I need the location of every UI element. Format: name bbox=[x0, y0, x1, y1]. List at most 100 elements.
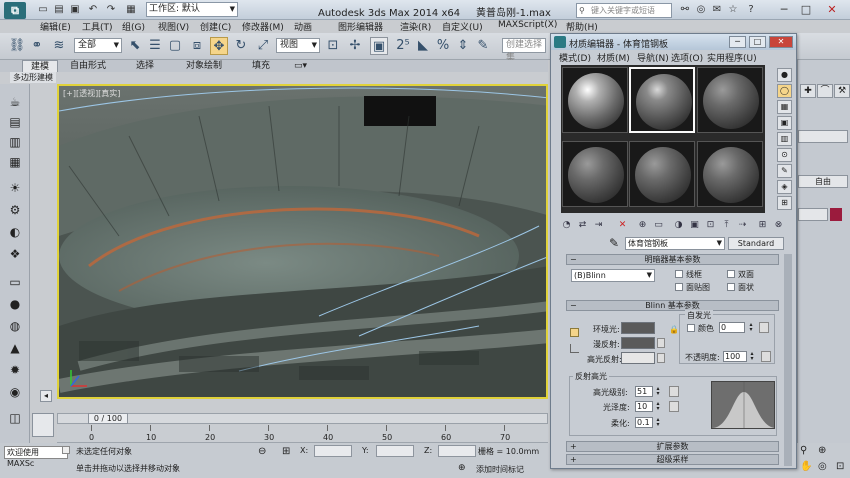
select-object-icon[interactable]: ⬉ bbox=[126, 37, 144, 55]
tab-populate[interactable]: 填充 bbox=[244, 60, 278, 72]
tab-object-paint[interactable]: 对象绘制 bbox=[178, 60, 230, 72]
binoculars-icon[interactable]: ⚯ bbox=[678, 3, 692, 16]
specular-color-swatch[interactable] bbox=[621, 352, 655, 364]
eyedropper-icon[interactable]: ✎ bbox=[609, 236, 619, 250]
time-slider-track[interactable] bbox=[57, 413, 548, 424]
hierarchy-tab-icon[interactable]: ⚒ bbox=[834, 84, 850, 98]
select-move-icon[interactable]: ✥ bbox=[210, 37, 228, 55]
spinner-snap-icon[interactable]: ⇕ bbox=[454, 37, 472, 55]
ambient-lock-icon[interactable]: 🔒 bbox=[669, 325, 679, 334]
command-panel-dropdown[interactable] bbox=[798, 130, 848, 143]
menu-create[interactable]: 创建(C) bbox=[200, 20, 231, 33]
lock-ambient-diffuse-icon[interactable] bbox=[570, 328, 579, 337]
uv-tiling-icon[interactable]: ▣ bbox=[777, 116, 792, 130]
menu-edit[interactable]: 编辑(E) bbox=[40, 20, 71, 33]
make-unique-icon[interactable]: ⊕ bbox=[635, 218, 650, 233]
sample-type-icon[interactable]: ● bbox=[777, 68, 792, 82]
material-editor-scrollbar[interactable] bbox=[784, 254, 792, 466]
two-sided-checkbox[interactable] bbox=[727, 270, 735, 278]
sphere-icon[interactable]: ● bbox=[7, 296, 23, 312]
search-input[interactable]: ⚲ 键入关键字或短语 bbox=[576, 3, 672, 18]
layer-icon[interactable]: ▤ bbox=[7, 114, 23, 130]
video-color-check-icon[interactable]: ▥ bbox=[777, 132, 792, 146]
backlight-icon[interactable]: ◯ bbox=[777, 84, 792, 98]
supersampling-rollout-header[interactable]: + 超级采样 bbox=[566, 454, 779, 465]
zoom-icon[interactable]: ⚲ bbox=[800, 445, 807, 456]
self-illum-map-button[interactable] bbox=[759, 322, 769, 333]
select-by-name-icon[interactable]: ☰ bbox=[146, 37, 164, 55]
perspective-viewport[interactable]: [+][透视][真实] bbox=[57, 84, 548, 399]
show-end-result-icon[interactable]: ⊡ bbox=[703, 218, 718, 233]
viewport-config-icon[interactable]: ◫ bbox=[7, 410, 23, 426]
show-shaded-map-icon[interactable]: ▣ bbox=[687, 218, 702, 233]
glossiness-input[interactable]: 10 bbox=[635, 401, 653, 412]
percent-snap-icon[interactable]: % bbox=[434, 37, 452, 55]
time-tag-icon[interactable]: ⊕ bbox=[458, 463, 466, 473]
timeline-ruler[interactable]: 0 10 20 30 40 50 60 70 bbox=[57, 425, 548, 443]
put-to-scene-icon[interactable]: ⇄ bbox=[575, 218, 590, 233]
x-coord-input[interactable] bbox=[314, 445, 352, 457]
self-illum-color-checkbox[interactable] bbox=[687, 324, 695, 332]
me-menu-utilities[interactable]: 实用程序(U) bbox=[707, 51, 757, 64]
sun-icon[interactable]: ✹ bbox=[7, 362, 23, 378]
help-icon[interactable]: ? bbox=[744, 3, 758, 16]
zoom-all-icon[interactable]: ⊕ bbox=[818, 445, 826, 456]
reset-map-icon[interactable]: ✕ bbox=[615, 218, 630, 233]
tab-selection[interactable]: 选择 bbox=[128, 60, 162, 72]
me-menu-options[interactable]: 选项(O) bbox=[671, 51, 703, 64]
close-button[interactable]: ✕ bbox=[822, 2, 842, 18]
lock-icon[interactable]: ⊖ bbox=[258, 446, 266, 457]
add-time-tag[interactable]: 添加时间标记 bbox=[476, 464, 524, 475]
absolute-mode-icon[interactable]: ⊞ bbox=[282, 446, 290, 457]
ribbon-options-icon[interactable]: ▭▾ bbox=[286, 60, 315, 72]
material-map-navigator-icon[interactable]: ⊞ bbox=[777, 196, 792, 210]
select-manipulate-icon[interactable]: ✢ bbox=[346, 37, 364, 55]
glossiness-map-button[interactable] bbox=[669, 401, 679, 412]
material-editor-titlebar[interactable]: 材质编辑器 - 体育馆钢板 ─ □ ✕ bbox=[551, 34, 796, 50]
light-icon[interactable]: ☀ bbox=[7, 180, 23, 196]
open-file-icon[interactable]: ▤ bbox=[52, 3, 66, 16]
wire-checkbox[interactable] bbox=[675, 270, 683, 278]
me-minimize-button[interactable]: ─ bbox=[729, 36, 746, 48]
make-preview-icon[interactable]: ⊙ bbox=[777, 148, 792, 162]
ref-coord-select[interactable]: 视图 ▼ bbox=[276, 38, 320, 53]
link-icon[interactable]: ⛓ bbox=[8, 37, 26, 55]
tab-freeform[interactable]: 自由形式 bbox=[62, 60, 114, 72]
y-coord-input[interactable] bbox=[376, 445, 414, 457]
sample-slot-4[interactable] bbox=[562, 141, 628, 207]
shader-rollout-header[interactable]: − 明暗器基本参数 bbox=[566, 254, 779, 265]
spinner-arrows-icon[interactable]: ▴ ▾ bbox=[747, 322, 755, 333]
box-icon[interactable]: ▭ bbox=[7, 274, 23, 290]
diffuse-map-button[interactable] bbox=[657, 338, 665, 348]
name-field[interactable] bbox=[798, 208, 828, 221]
mini-listener-icon[interactable] bbox=[62, 446, 70, 454]
menu-modifiers[interactable]: 修改器(M) bbox=[242, 20, 284, 33]
select-scale-icon[interactable]: ⤢ bbox=[254, 37, 272, 55]
orbit-icon[interactable]: ◎ bbox=[818, 461, 827, 472]
maximize-button[interactable]: □ bbox=[796, 2, 816, 18]
me-menu-navigation[interactable]: 导航(N) bbox=[637, 51, 669, 64]
spinner-arrows-icon[interactable]: ▴ ▾ bbox=[654, 386, 662, 397]
menu-customize[interactable]: 自定义(U) bbox=[442, 20, 483, 33]
material-name-select[interactable]: 体育馆钢板 ▼ bbox=[625, 237, 725, 250]
diffuse-color-swatch[interactable] bbox=[621, 337, 655, 349]
tab-modeling[interactable]: 建模 bbox=[22, 60, 59, 72]
viewport-label[interactable]: [+][透视][真实] bbox=[63, 88, 120, 99]
spinner-arrows-icon[interactable]: ▴ ▾ bbox=[654, 401, 662, 412]
keyboard-shortcut-icon[interactable]: ▣ bbox=[370, 37, 388, 55]
go-forward-sibling-icon[interactable]: ⇢ bbox=[735, 218, 750, 233]
maximize-viewport-icon[interactable]: ⊡ bbox=[836, 461, 844, 472]
pivot-center-icon[interactable]: ⊡ bbox=[324, 37, 342, 55]
spinner-arrows-icon[interactable]: ▴ ▾ bbox=[748, 351, 756, 362]
select-by-material-bar-icon[interactable]: ⊞ bbox=[755, 218, 770, 233]
sample-slot-5[interactable] bbox=[629, 141, 695, 207]
workspace-select[interactable]: 工作区: 默认 ▼ bbox=[146, 2, 238, 17]
free-button[interactable]: 自由 bbox=[798, 175, 848, 188]
menu-tools[interactable]: 工具(T) bbox=[82, 20, 113, 33]
redo-icon[interactable]: ↷ bbox=[104, 3, 118, 16]
app-logo-icon[interactable]: ⧉ bbox=[4, 2, 26, 19]
new-file-icon[interactable]: ▭ bbox=[36, 3, 50, 16]
opacity-input[interactable]: 100 bbox=[723, 351, 747, 362]
assign-to-selection-icon[interactable]: ⇥ bbox=[591, 218, 606, 233]
go-to-parent-icon[interactable]: ⤒ bbox=[719, 218, 734, 233]
